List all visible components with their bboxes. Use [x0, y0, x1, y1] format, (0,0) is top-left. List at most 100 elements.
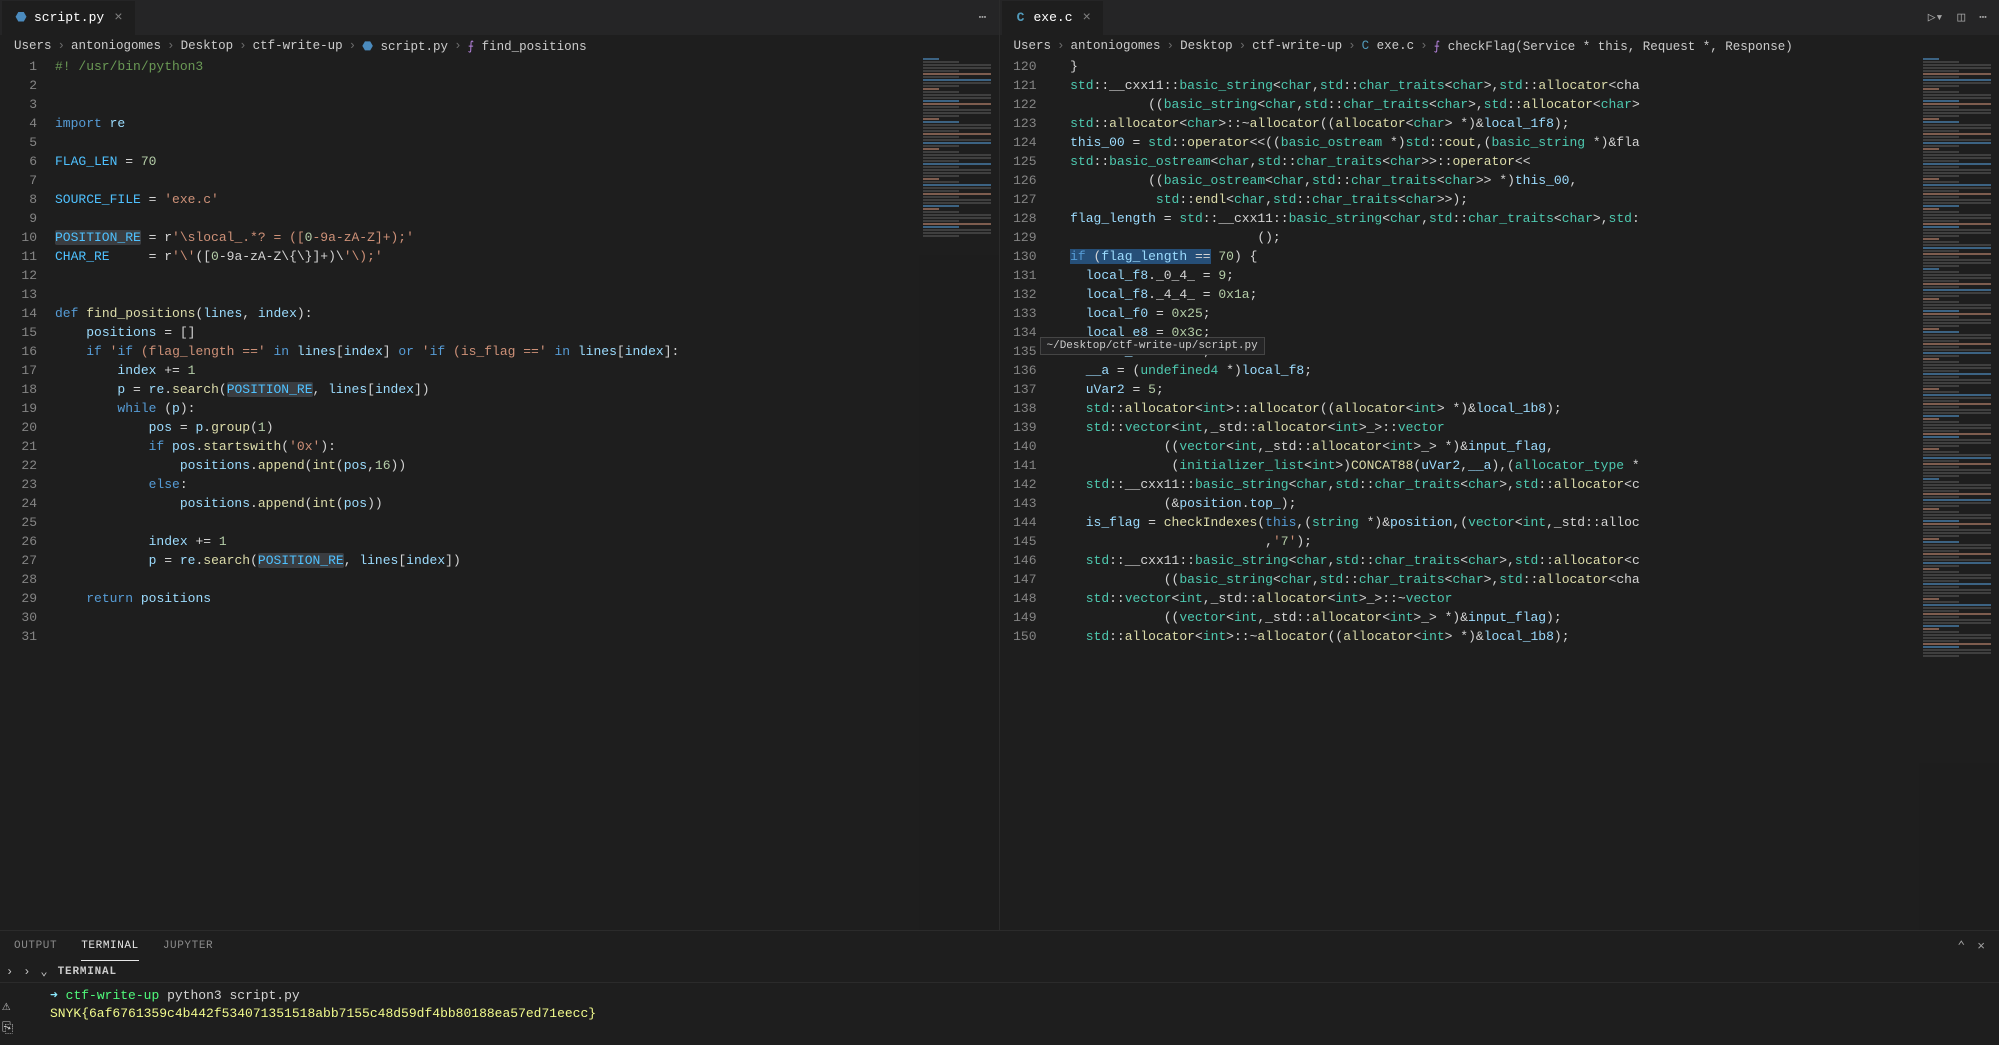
code-line[interactable]: [55, 266, 999, 285]
code-line[interactable]: SOURCE_FILE = 'exe.c': [55, 190, 999, 209]
code-line[interactable]: std::__cxx11::basic_string<char,std::cha…: [1055, 475, 1999, 494]
code-line[interactable]: std::allocator<int>::allocator((allocato…: [1055, 399, 1999, 418]
tab-exe-c[interactable]: C exe.c ×: [1002, 1, 1103, 35]
breadcrumb-item[interactable]: Users: [1014, 39, 1052, 53]
code-line[interactable]: [55, 95, 999, 114]
breadcrumb-item[interactable]: ⬣ script.py: [362, 38, 448, 54]
code-line[interactable]: std::basic_ostream<char,std::char_traits…: [1055, 152, 1999, 171]
breadcrumb-item[interactable]: ctf-write-up: [1252, 39, 1342, 53]
code-line[interactable]: ,'7');: [1055, 532, 1999, 551]
code-line[interactable]: std::allocator<int>::~allocator((allocat…: [1055, 627, 1999, 646]
code-line[interactable]: index += 1: [55, 532, 999, 551]
code-line[interactable]: ((vector<int,_std::allocator<int>_> *)&i…: [1055, 608, 1999, 627]
code-line[interactable]: [55, 608, 999, 627]
split-editor-icon[interactable]: ◫: [1957, 10, 1965, 25]
code-line[interactable]: ((basic_ostream<char,std::char_traits<ch…: [1055, 171, 1999, 190]
code-line[interactable]: ((basic_string<char,std::char_traits<cha…: [1055, 95, 1999, 114]
breadcrumbs-right[interactable]: Users›antoniogomes›Desktop›ctf-write-up›…: [1000, 35, 1999, 57]
chevron-right-icon[interactable]: ›: [6, 965, 13, 979]
code-line[interactable]: is_flag = checkIndexes(this,(string *)&p…: [1055, 513, 1999, 532]
code-line[interactable]: FLAG_LEN = 70: [55, 152, 999, 171]
code-line[interactable]: return positions: [55, 589, 999, 608]
code-line[interactable]: std::allocator<char>::~allocator((alloca…: [1055, 114, 1999, 133]
chevron-right-icon[interactable]: ›: [23, 965, 30, 979]
code-line[interactable]: #! /usr/bin/python3: [55, 57, 999, 76]
code-line[interactable]: flag_length = std::__cxx11::basic_string…: [1055, 209, 1999, 228]
code-line[interactable]: positions.append(int(pos,16)): [55, 456, 999, 475]
line-number: 146: [1000, 551, 1037, 570]
breadcrumb-item[interactable]: Desktop: [181, 39, 234, 53]
code-line[interactable]: [55, 171, 999, 190]
code-line[interactable]: ((vector<int,_std::allocator<int>_> *)&i…: [1055, 437, 1999, 456]
minimap-right[interactable]: [1919, 57, 1999, 930]
run-icon[interactable]: ▷▾: [1928, 10, 1944, 25]
code-line[interactable]: [55, 285, 999, 304]
code-line[interactable]: [55, 76, 999, 95]
code-line[interactable]: else:: [55, 475, 999, 494]
breadcrumb-item[interactable]: ⨍ checkFlag(Service * this, Request *, R…: [1434, 38, 1793, 54]
close-icon[interactable]: ×: [114, 10, 122, 26]
code-line[interactable]: CHAR_RE = r'\'([0-9a-zA-Z\{\}]+)\'\);': [55, 247, 999, 266]
code-line[interactable]: if 'if (flag_length ==' in lines[index] …: [55, 342, 999, 361]
chevron-down-icon[interactable]: ⌄: [40, 964, 47, 979]
output-icon[interactable]: ⎘: [2, 1021, 13, 1037]
code-line[interactable]: (initializer_list<int>)CONCAT88(uVar2,__…: [1055, 456, 1999, 475]
warning-icon[interactable]: ⚠: [2, 998, 13, 1015]
code-line[interactable]: positions.append(int(pos)): [55, 494, 999, 513]
code-line[interactable]: std::endl<char,std::char_traits<char>>);: [1055, 190, 1999, 209]
code-line[interactable]: while (p):: [55, 399, 999, 418]
code-line[interactable]: std::__cxx11::basic_string<char,std::cha…: [1055, 551, 1999, 570]
breadcrumb-item[interactable]: Desktop: [1180, 39, 1233, 53]
code-line[interactable]: pos = p.group(1): [55, 418, 999, 437]
code-line[interactable]: std::vector<int,_std::allocator<int>_>::…: [1055, 418, 1999, 437]
code-line[interactable]: }: [1055, 57, 1999, 76]
code-line[interactable]: [55, 513, 999, 532]
code-line[interactable]: ((basic_string<char,std::char_traits<cha…: [1055, 570, 1999, 589]
code-line[interactable]: local_f0 = 0x25;: [1055, 304, 1999, 323]
code-line[interactable]: local_f8._0_4_ = 9;: [1055, 266, 1999, 285]
breadcrumb-item[interactable]: Users: [14, 39, 52, 53]
code-line[interactable]: std::vector<int,_std::allocator<int>_>::…: [1055, 589, 1999, 608]
overflow-icon[interactable]: ⋯: [979, 10, 987, 25]
code-line[interactable]: positions = []: [55, 323, 999, 342]
code-line[interactable]: if pos.startswith('0x'):: [55, 437, 999, 456]
breadcrumbs-left[interactable]: Users›antoniogomes›Desktop›ctf-write-up›…: [0, 35, 999, 57]
line-number: 10: [0, 228, 37, 247]
code-line[interactable]: local_f8._4_4_ = 0x1a;: [1055, 285, 1999, 304]
code-line[interactable]: import re: [55, 114, 999, 133]
code-line[interactable]: uVar2 = 5;: [1055, 380, 1999, 399]
code-line[interactable]: def find_positions(lines, index):: [55, 304, 999, 323]
code-line[interactable]: [55, 570, 999, 589]
code-line[interactable]: [55, 133, 999, 152]
breadcrumb-item[interactable]: C exe.c: [1362, 39, 1415, 53]
terminal-body[interactable]: ➜ ctf-write-up python3 script.py SNYK{6a…: [0, 983, 1999, 1045]
code-line[interactable]: POSITION_RE = r'\slocal_.*? = ([0-9a-zA-…: [55, 228, 999, 247]
editor-content-left[interactable]: #! /usr/bin/python3 import re FLAG_LEN = 7…: [55, 57, 999, 930]
breadcrumb-item[interactable]: antoniogomes: [1071, 39, 1161, 53]
code-line[interactable]: if (flag_length == 70) {: [1055, 247, 1999, 266]
code-line[interactable]: p = re.search(POSITION_RE, lines[index]): [55, 380, 999, 399]
editor-content-right[interactable]: } std::__cxx11::basic_string<char,std::c…: [1055, 57, 1999, 930]
close-icon[interactable]: ×: [1083, 10, 1091, 26]
code-line[interactable]: __a = (undefined4 *)local_f8;: [1055, 361, 1999, 380]
code-line[interactable]: [55, 209, 999, 228]
code-line[interactable]: std::__cxx11::basic_string<char,std::cha…: [1055, 76, 1999, 95]
code-line[interactable]: p = re.search(POSITION_RE, lines[index]): [55, 551, 999, 570]
code-line[interactable]: (&position.top_);: [1055, 494, 1999, 513]
code-line[interactable]: index += 1: [55, 361, 999, 380]
line-number: 130: [1000, 247, 1037, 266]
panel-tab-terminal[interactable]: TERMINAL: [81, 931, 139, 961]
breadcrumb-item[interactable]: antoniogomes: [71, 39, 161, 53]
tab-script-py[interactable]: ⬣ script.py ×: [2, 1, 135, 35]
code-line[interactable]: [55, 627, 999, 646]
panel-tab-jupyter[interactable]: JUPYTER: [163, 931, 213, 961]
code-line[interactable]: ();: [1055, 228, 1999, 247]
breadcrumb-item[interactable]: ⨍ find_positions: [468, 38, 587, 54]
maximize-panel-icon[interactable]: ⌃: [1957, 939, 1965, 954]
overflow-icon[interactable]: ⋯: [1979, 10, 1987, 25]
breadcrumb-item[interactable]: ctf-write-up: [253, 39, 343, 53]
code-line[interactable]: this_00 = std::operator<<((basic_ostream…: [1055, 133, 1999, 152]
minimap-left[interactable]: [919, 57, 999, 930]
panel-tab-output[interactable]: OUTPUT: [14, 931, 57, 961]
close-panel-icon[interactable]: ×: [1977, 939, 1985, 954]
